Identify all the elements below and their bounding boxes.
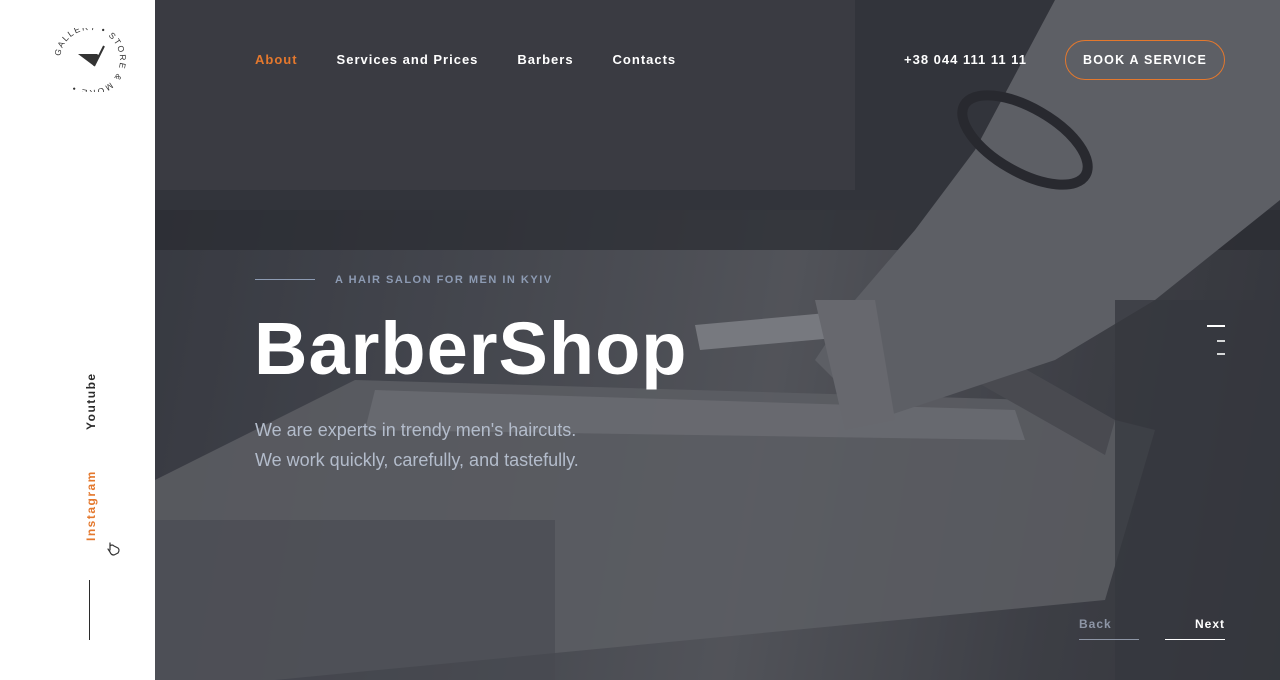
nav-about[interactable]: About — [255, 52, 298, 67]
youtube-link[interactable]: Youtube — [84, 372, 98, 430]
left-sidebar: GALLERY • STORE & MORE • Youtube Instagr… — [0, 0, 155, 680]
sidebar-divider — [89, 580, 90, 640]
phone-number[interactable]: +38 044 111 11 11 — [904, 52, 1027, 67]
nav-services-prices[interactable]: Services and Prices — [337, 52, 479, 67]
logo[interactable]: GALLERY • STORE & MORE • — [50, 22, 130, 98]
main-nav: About Services and Prices Barbers Contac… — [255, 52, 676, 67]
pointer-hand-icon — [105, 539, 123, 557]
nav-barbers[interactable]: Barbers — [517, 52, 573, 67]
next-button[interactable]: Next — [1165, 617, 1225, 640]
hero-description-line-2: We work quickly, carefully, and tasteful… — [255, 450, 579, 470]
slide-indicator-1[interactable] — [1207, 325, 1225, 327]
instagram-link[interactable]: Instagram — [84, 470, 98, 541]
book-service-button[interactable]: BOOK A SERVICE — [1065, 40, 1225, 80]
back-button[interactable]: Back — [1079, 617, 1139, 640]
hero-description-line-1: We are experts in trendy men's haircuts. — [255, 420, 577, 440]
hero-title: BarberShop — [254, 307, 688, 390]
hero-description: We are experts in trendy men's haircuts.… — [255, 415, 579, 475]
slide-indicator-3[interactable] — [1217, 353, 1225, 355]
razor-logo-icon: GALLERY • STORE & MORE • — [52, 22, 126, 98]
nav-contacts[interactable]: Contacts — [613, 52, 677, 67]
eyebrow-divider — [255, 279, 315, 280]
slide-indicator-2[interactable] — [1217, 340, 1225, 342]
hero-eyebrow: A HAIR SALON FOR MEN IN KYIV — [335, 274, 553, 286]
